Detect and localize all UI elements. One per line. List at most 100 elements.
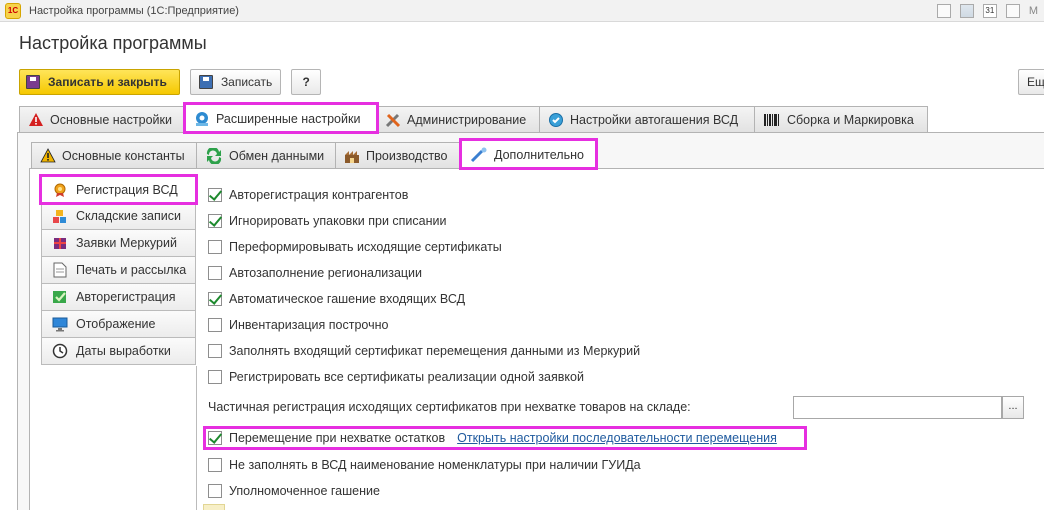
sidebar-item-label: Печать и рассылка <box>76 263 187 277</box>
checkbox[interactable] <box>208 240 222 254</box>
exchange-icon <box>205 147 223 164</box>
settings-sidebar: Регистрация ВСД Складские записи Заявки … <box>39 174 198 365</box>
sidebar-item-label: Даты выработки <box>76 344 171 358</box>
option-label: Инвентаризация построчно <box>229 318 389 332</box>
help-button[interactable]: ? <box>291 69 322 95</box>
option-label: Автоматическое гашение входящих ВСД <box>229 292 466 306</box>
save-and-close-button[interactable]: Записать и закрыть <box>19 69 180 95</box>
check-icon <box>52 289 68 305</box>
subtab-data-exchange[interactable]: Обмен данными <box>196 142 336 168</box>
option-reform-outgoing-certs[interactable]: Переформировывать исходящие сертификаты <box>208 237 502 257</box>
subtab-production[interactable]: Производство <box>335 142 462 168</box>
option-label: Уполномоченное гашение <box>229 484 380 498</box>
calendar-icon[interactable]: 31 <box>982 4 997 18</box>
checkbox[interactable] <box>208 431 222 445</box>
window-letter: М <box>1028 5 1038 17</box>
checkbox[interactable] <box>208 484 222 498</box>
tab-assembly-marking[interactable]: Сборка и Маркировка <box>754 106 928 132</box>
checkbox[interactable] <box>208 188 222 202</box>
partial-registration-select-button[interactable]: ... <box>1002 396 1024 419</box>
sidebar-item-print-mailing[interactable]: Печать и рассылка <box>41 257 196 284</box>
tab-label: Настройки автогашения ВСД <box>570 112 739 127</box>
option-auto-register-contractors[interactable]: Авторегистрация контрагентов <box>208 185 408 205</box>
sidebar-item-label: Заявки Меркурий <box>76 236 177 250</box>
package-icon <box>52 235 68 251</box>
option-inventory-by-line[interactable]: Инвентаризация построчно <box>208 315 388 335</box>
toolbar: Записать и закрыть Записать ? <box>19 69 331 95</box>
save-and-close-label: Записать и закрыть <box>48 75 167 89</box>
option-label: Игнорировать упаковки при списании <box>229 214 447 228</box>
auto-settings-icon <box>548 112 564 128</box>
disk-icon <box>26 75 40 89</box>
sidebar-item-label: Отображение <box>76 317 156 331</box>
sidebar-item-auto-registration[interactable]: Авторегистрация <box>41 284 196 311</box>
warning-icon <box>40 148 56 163</box>
option-label: Авторегистрация контрагентов <box>229 188 409 202</box>
sidebar-item-production-dates[interactable]: Даты выработки <box>41 338 196 365</box>
option-authorized-cancellation[interactable]: Уполномоченное гашение <box>208 481 380 501</box>
tab-label: Дополнительно <box>494 147 584 162</box>
tab-label: Администрирование <box>407 112 527 127</box>
document-icon[interactable] <box>936 4 951 18</box>
tab-auto-cancel-settings[interactable]: Настройки автогашения ВСД <box>539 106 755 132</box>
option-auto-cancel-incoming[interactable]: Автоматическое гашение входящих ВСД <box>208 289 465 309</box>
option-autofill-regionalization[interactable]: Автозаполнение регионализации <box>208 263 422 283</box>
checkbox[interactable] <box>208 292 222 306</box>
sidebar-item-warehouse-records[interactable]: Складские записи <box>41 203 196 230</box>
tools-icon <box>385 112 401 128</box>
option-transfer-on-shortage[interactable]: Перемещение при нехватке остатков Открыт… <box>208 428 777 448</box>
option-label: Заполнять входящий сертификат перемещени… <box>229 344 641 358</box>
save-button[interactable]: Записать <box>189 69 282 95</box>
option-fill-transfer-cert[interactable]: Заполнять входящий сертификат перемещени… <box>208 341 640 361</box>
tab-basic-settings[interactable]: Основные настройки <box>19 106 186 132</box>
more-button[interactable]: Еще <box>1018 69 1044 95</box>
app-logo-icon: 1С <box>5 2 21 19</box>
partial-row-edge <box>203 504 225 510</box>
warning-icon <box>28 112 44 127</box>
production-icon <box>344 148 360 164</box>
partial-registration-input[interactable] <box>793 396 1002 419</box>
clock-icon <box>52 343 68 359</box>
sidebar-item-vsd-registration[interactable]: Регистрация ВСД <box>39 174 198 205</box>
disk-icon <box>198 75 213 89</box>
calculator-icon[interactable] <box>959 4 974 18</box>
sidebar-item-display[interactable]: Отображение <box>41 311 196 338</box>
checkbox[interactable] <box>208 458 222 472</box>
warehouse-icon <box>52 208 68 224</box>
settings-gear-icon <box>194 111 210 127</box>
sidebar-item-label: Регистрация ВСД <box>76 182 178 197</box>
option-register-all-sales-one-request[interactable]: Регистрировать все сертификаты реализаци… <box>208 367 584 387</box>
option-label: Перемещение при нехватке остатков <box>229 431 446 445</box>
subtab-additional[interactable]: Дополнительно <box>459 138 598 170</box>
tab-label: Обмен данными <box>229 148 325 163</box>
open-transfer-sequence-link[interactable]: Открыть настройки последовательности пер… <box>457 431 777 445</box>
sidebar-item-label: Авторегистрация <box>76 290 176 304</box>
checkbox[interactable] <box>208 214 222 228</box>
checkbox[interactable] <box>208 344 222 358</box>
partial-registration-label: Частичная регистрация исходящих сертифик… <box>208 400 691 414</box>
monitor-icon <box>52 316 68 332</box>
option-no-nomenclature-name-with-guid[interactable]: Не заполнять в ВСД наименование номенкла… <box>208 455 641 475</box>
window-icon[interactable] <box>1005 4 1020 18</box>
option-label: Автозаполнение регионализации <box>229 266 423 280</box>
option-label: Не заполнять в ВСД наименование номенкла… <box>229 458 641 472</box>
wand-icon <box>470 147 488 163</box>
option-ignore-packaging[interactable]: Игнорировать упаковки при списании <box>208 211 446 231</box>
checkbox[interactable] <box>208 266 222 280</box>
main-tabs: Основные настройки Расширенные настройки… <box>19 102 928 134</box>
sidebar-item-label: Складские записи <box>76 209 181 223</box>
subtab-basic-constants[interactable]: Основные константы <box>31 142 197 168</box>
option-label: Переформировывать исходящие сертификаты <box>229 240 502 254</box>
window-titlebar: 1С Настройка программы (1С:Предприятие) … <box>0 0 1044 22</box>
tab-advanced-settings[interactable]: Расширенные настройки <box>183 102 379 134</box>
checkbox[interactable] <box>208 318 222 332</box>
checkbox[interactable] <box>208 370 222 384</box>
sidebar-item-mercury-requests[interactable]: Заявки Меркурий <box>41 230 196 257</box>
tab-label: Основные константы <box>62 148 185 163</box>
certificate-icon <box>52 182 68 198</box>
window-title: Настройка программы (1С:Предприятие) <box>29 4 239 17</box>
tab-administration[interactable]: Администрирование <box>376 106 540 132</box>
document-icon <box>52 262 68 278</box>
tab-label: Производство <box>366 148 448 163</box>
tab-label: Сборка и Маркировка <box>787 112 914 127</box>
